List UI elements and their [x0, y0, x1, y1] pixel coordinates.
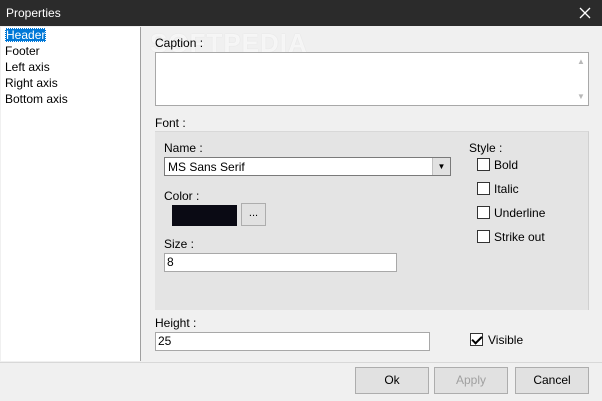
- tree-item-label: Right axis: [5, 76, 58, 90]
- font-name-label: Name :: [164, 141, 203, 155]
- visible-label: Visible: [488, 333, 524, 347]
- italic-checkbox[interactable]: [477, 182, 490, 195]
- caption-label: Caption :: [155, 36, 204, 50]
- font-color-label: Color :: [164, 189, 200, 203]
- font-color-swatch: [172, 205, 237, 226]
- tree-item-header[interactable]: Header: [1, 27, 140, 43]
- close-icon: [579, 7, 591, 19]
- visible-checkbox[interactable]: [470, 333, 483, 346]
- font-size-label: Size :: [164, 237, 195, 251]
- title-bar: Properties: [0, 0, 602, 26]
- font-group-label: Font :: [155, 116, 186, 130]
- height-label: Height :: [155, 316, 197, 330]
- underline-label: Underline: [494, 206, 546, 220]
- tree-item-footer[interactable]: Footer: [1, 43, 140, 59]
- caption-textarea[interactable]: ▲ ▼: [155, 52, 589, 106]
- chevron-down-icon[interactable]: ▼: [432, 158, 450, 175]
- tree-item-bottom-axis[interactable]: Bottom axis: [1, 91, 140, 107]
- tree-item-right-axis[interactable]: Right axis: [1, 75, 140, 91]
- font-size-input[interactable]: 8: [164, 253, 397, 272]
- scroll-down-icon[interactable]: ▼: [577, 92, 585, 101]
- color-picker-button[interactable]: ...: [241, 203, 266, 226]
- font-name-select[interactable]: MS Sans Serif ▼: [164, 157, 451, 176]
- strike-out-checkbox[interactable]: [477, 230, 490, 243]
- italic-label: Italic: [494, 182, 519, 196]
- scroll-up-icon[interactable]: ▲: [577, 57, 585, 66]
- style-label: Style :: [469, 141, 503, 155]
- height-input[interactable]: 25: [155, 332, 430, 351]
- close-button[interactable]: [568, 0, 602, 26]
- bold-checkbox[interactable]: [477, 158, 490, 171]
- caption-scrollbar[interactable]: ▲ ▼: [574, 53, 588, 105]
- apply-button[interactable]: Apply: [434, 367, 508, 394]
- section-tree[interactable]: Header Footer Left axis Right axis Botto…: [1, 27, 141, 361]
- underline-checkbox[interactable]: [477, 206, 490, 219]
- cancel-button[interactable]: Cancel: [515, 367, 589, 394]
- window-title: Properties: [6, 6, 61, 20]
- tree-item-label: Header: [5, 28, 47, 42]
- font-name-value: MS Sans Serif: [168, 160, 245, 174]
- tree-item-label: Left axis: [5, 60, 50, 74]
- bold-label: Bold: [494, 158, 519, 172]
- tree-item-label: Footer: [5, 44, 40, 58]
- ok-button[interactable]: Ok: [355, 367, 429, 394]
- tree-item-label: Bottom axis: [5, 92, 68, 106]
- strike-out-label: Strike out: [494, 230, 545, 244]
- button-bar: [0, 362, 602, 401]
- tree-item-left-axis[interactable]: Left axis: [1, 59, 140, 75]
